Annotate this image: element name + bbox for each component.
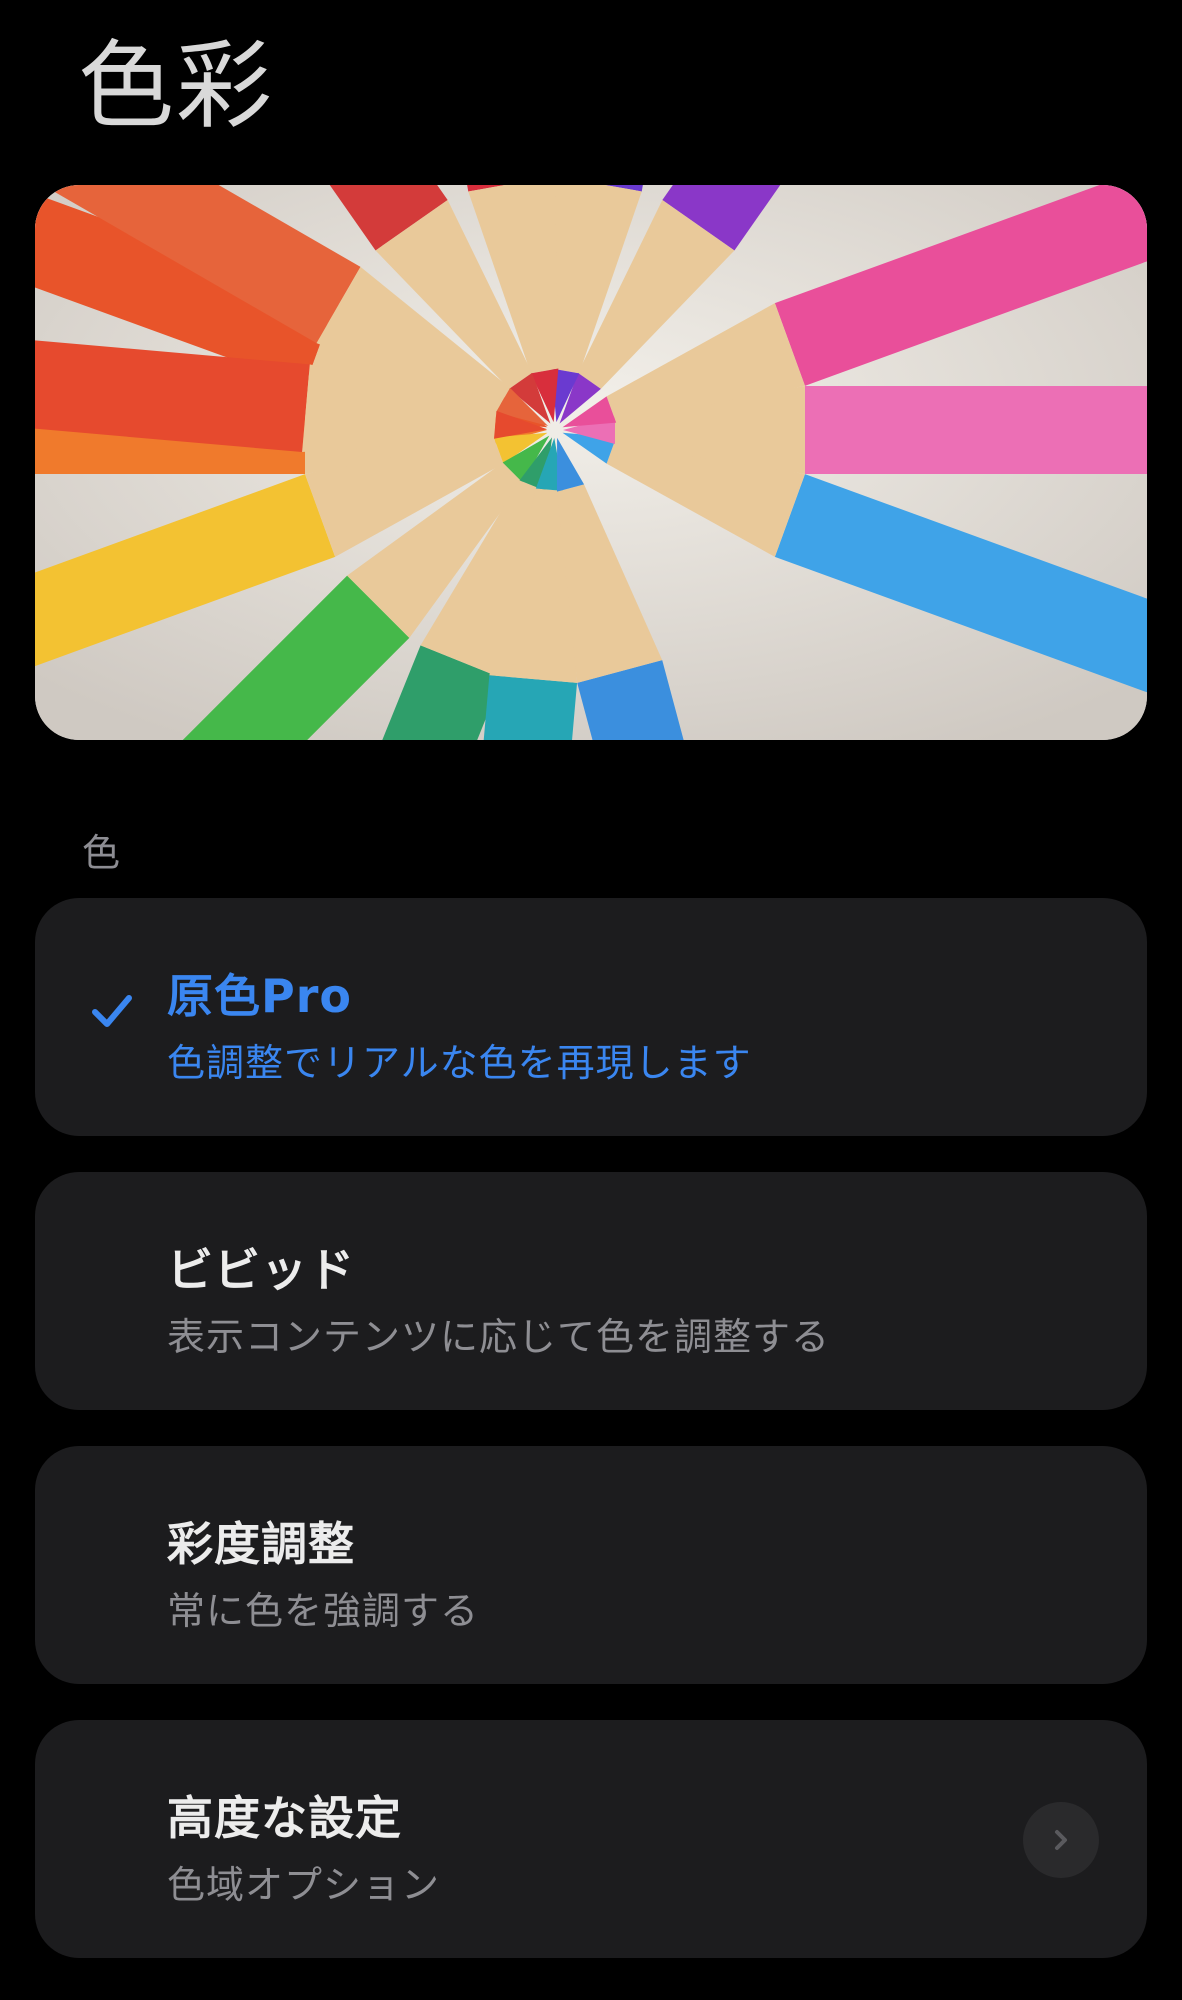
option-subtitle: 色調整でリアルな色を再現します xyxy=(167,1041,752,1085)
page-title: 色彩 xyxy=(78,30,274,142)
advanced-settings-item[interactable]: 高度な設定 色域オプション xyxy=(35,1720,1147,1958)
option-title: ビビッド xyxy=(167,1243,355,1297)
section-label: 色 xyxy=(82,831,121,875)
advanced-title: 高度な設定 xyxy=(167,1791,402,1845)
option-primary-color-pro[interactable]: 原色Pro 色調整でリアルな色を再現します xyxy=(35,898,1147,1136)
advanced-chevron-button[interactable] xyxy=(1023,1802,1099,1878)
option-subtitle: 表示コンテンツに応じて色を調整する xyxy=(167,1315,831,1359)
option-vivid[interactable]: ビビッド 表示コンテンツに応じて色を調整する xyxy=(35,1172,1147,1410)
check-icon xyxy=(92,995,132,1027)
colored-pencils-image xyxy=(35,185,1147,740)
chevron-right-icon xyxy=(1055,1830,1067,1850)
option-saturation[interactable]: 彩度調整 常に色を強調する xyxy=(35,1446,1147,1684)
option-subtitle: 常に色を強調する xyxy=(167,1589,480,1633)
option-title: 彩度調整 xyxy=(167,1517,355,1571)
pencils-illustration xyxy=(35,185,1147,740)
option-title: 原色Pro xyxy=(167,969,353,1023)
advanced-subtitle: 色域オプション xyxy=(167,1863,441,1907)
